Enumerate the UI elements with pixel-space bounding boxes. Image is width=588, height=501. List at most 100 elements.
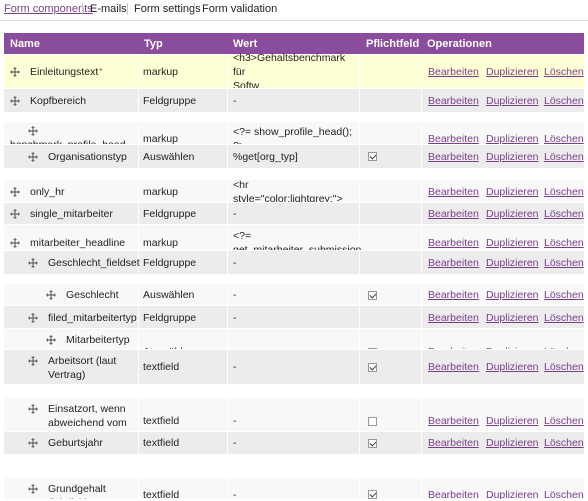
delete-link[interactable]: Löschen — [544, 306, 584, 329]
column-divider — [227, 203, 228, 225]
column-divider — [138, 478, 139, 499]
column-header-type: Typ — [144, 38, 163, 50]
column-divider — [138, 432, 139, 454]
component-value-line: - — [233, 415, 237, 427]
column-divider — [227, 432, 228, 454]
edit-link[interactable]: Bearbeiten — [428, 145, 479, 168]
edit-link[interactable]: Bearbeiten — [428, 478, 479, 500]
required-checkbox[interactable] — [368, 152, 377, 161]
tab-form-settings[interactable]: Form settings — [134, 2, 201, 16]
component-type: textfield — [143, 488, 180, 500]
duplicate-link[interactable]: Duplizieren — [486, 180, 539, 203]
drag-handle-icon[interactable] — [10, 209, 20, 219]
delete-link[interactable]: Löschen — [544, 478, 584, 500]
drag-handle-icon[interactable] — [10, 187, 20, 197]
edit-link[interactable]: Bearbeiten — [428, 180, 479, 203]
edit-link[interactable]: Bearbeiten — [428, 350, 479, 384]
drag-handle-icon[interactable] — [10, 96, 20, 106]
duplicate-link[interactable]: Duplizieren — [486, 251, 539, 274]
delete-link[interactable]: Löschen — [544, 251, 584, 274]
component-name-line: Geburtsjahr — [48, 437, 103, 449]
required-checkbox[interactable] — [368, 362, 377, 372]
component-name: Geschlecht_fieldset — [48, 256, 140, 270]
tab-separator — [82, 3, 83, 15]
required-checkbox[interactable] — [368, 416, 377, 426]
component-name: Kopfbereich — [30, 94, 137, 108]
delete-link[interactable]: Löschen — [544, 350, 584, 384]
column-divider — [138, 180, 139, 203]
delete-link[interactable]: Löschen — [544, 432, 584, 454]
duplicate-link[interactable]: Duplizieren — [486, 306, 539, 329]
duplicate-link[interactable]: Duplizieren — [486, 203, 539, 225]
delete-link[interactable]: Löschen — [544, 180, 584, 203]
component-name-line: mitarbeiter_headline — [30, 237, 126, 249]
drag-handle-icon[interactable] — [46, 335, 56, 345]
component-value-line: - — [233, 208, 237, 220]
drag-handle-icon[interactable] — [28, 356, 38, 366]
tab-form-components[interactable]: Form components — [4, 2, 93, 16]
table-row: Geschlecht Auswählen - Bearbeiten Dupliziere… — [4, 283, 584, 306]
duplicate-link[interactable]: Duplizieren — [486, 478, 539, 500]
duplicate-link[interactable]: Duplizieren — [486, 350, 539, 384]
tab-bar: Form components E-mails Form settings Fo… — [0, 0, 588, 21]
component-type: textfield — [143, 361, 180, 373]
column-divider — [138, 284, 139, 306]
component-name: Einleitungstext * — [30, 65, 137, 79]
required-checkbox[interactable] — [368, 290, 377, 300]
component-type: Feldgruppe — [143, 94, 197, 107]
component-name: single_mitarbeiter — [30, 207, 137, 221]
duplicate-link[interactable]: Duplizieren — [486, 55, 539, 89]
delete-link[interactable]: Löschen — [544, 145, 584, 168]
component-value: - — [233, 306, 357, 329]
drag-handle-icon[interactable] — [28, 152, 38, 162]
drag-handle-icon[interactable] — [28, 438, 38, 448]
tab-e-mails[interactable]: E-mails — [90, 2, 127, 16]
column-divider — [227, 251, 228, 274]
duplicate-link[interactable]: Duplizieren — [486, 284, 539, 306]
table-row: single_mitarbeiter Feldgruppe - Bearbeiten D… — [4, 202, 584, 225]
component-name: Grundgehalt(jährlich) — [48, 482, 137, 499]
edit-link[interactable]: Bearbeiten — [428, 203, 479, 225]
table-row: Kopfbereich Feldgruppe - Bearbeiten Duplizie… — [4, 88, 584, 112]
duplicate-link[interactable]: Duplizieren — [486, 432, 539, 454]
edit-link[interactable]: Bearbeiten — [428, 284, 479, 306]
component-name: Geburtsjahr — [48, 436, 137, 450]
tab-form-validation[interactable]: Form validation — [202, 2, 277, 16]
component-name-line: Einleitungstext — [30, 66, 99, 78]
edit-link[interactable]: Bearbeiten — [428, 55, 479, 89]
column-divider — [421, 145, 422, 168]
edit-link[interactable]: Bearbeiten — [428, 89, 479, 112]
table-row: Einleitungstext * markup <h3>Gehaltsbenchma… — [4, 52, 584, 92]
table-row: Geschlecht_fieldset Feldgruppe - Bearbeiten… — [4, 250, 584, 274]
component-value-line: - — [233, 256, 237, 269]
edit-link[interactable]: Bearbeiten — [428, 251, 479, 274]
component-name: Geschlecht — [66, 288, 137, 302]
required-checkbox[interactable] — [368, 438, 377, 448]
delete-link[interactable]: Löschen — [544, 55, 584, 89]
delete-link[interactable]: Löschen — [544, 89, 584, 112]
required-cell — [368, 432, 377, 454]
tab-separator — [127, 3, 128, 15]
edit-link[interactable]: Bearbeiten — [428, 432, 479, 454]
component-name-line: Arbeitsort (laut — [48, 355, 117, 367]
drag-handle-icon[interactable] — [28, 258, 38, 268]
drag-handle-icon[interactable] — [46, 290, 56, 300]
drag-handle-icon[interactable] — [28, 404, 38, 414]
delete-link[interactable]: Löschen — [544, 203, 584, 225]
duplicate-link[interactable]: Duplizieren — [486, 145, 539, 168]
edit-link[interactable]: Bearbeiten — [428, 306, 479, 329]
drag-handle-icon[interactable] — [10, 67, 20, 77]
column-divider — [359, 89, 360, 112]
required-checkbox[interactable] — [368, 490, 377, 499]
delete-link[interactable]: Löschen — [544, 284, 584, 306]
drag-handle-icon[interactable] — [28, 484, 38, 494]
duplicate-link[interactable]: Duplizieren — [486, 89, 539, 112]
column-divider — [138, 203, 139, 225]
drag-handle-icon[interactable] — [28, 313, 38, 323]
drag-handle-icon[interactable] — [28, 126, 38, 136]
drag-handle-icon[interactable] — [10, 238, 20, 248]
column-divider — [359, 203, 360, 225]
component-name: Organisationstyp — [48, 150, 137, 164]
component-value: - — [233, 350, 357, 384]
column-divider — [421, 89, 422, 112]
